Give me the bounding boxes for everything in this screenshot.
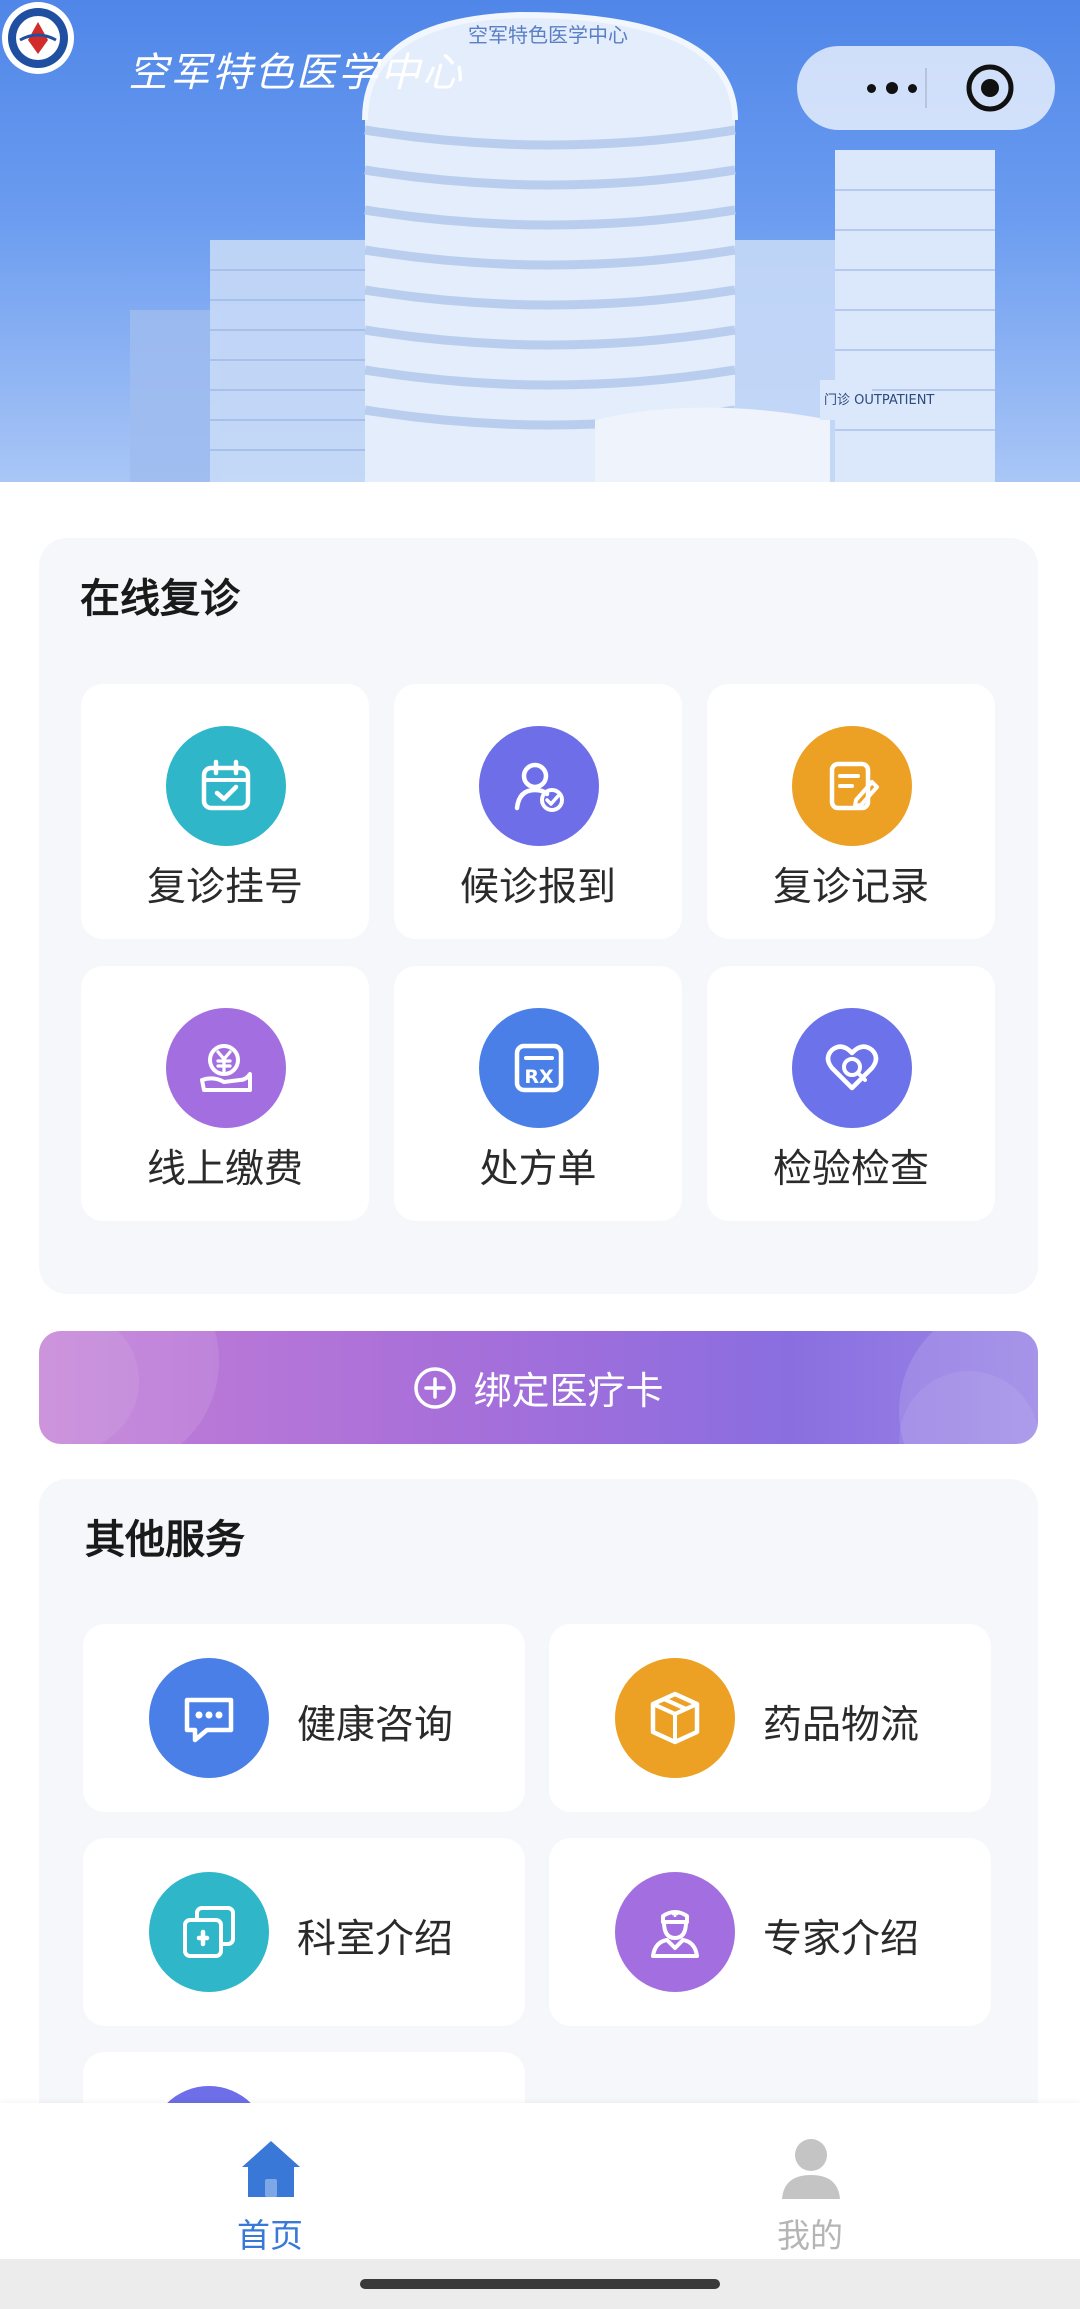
bottom-tab-bar: 首页 我的: [0, 2103, 1080, 2259]
tab-home-label: 首页: [237, 2216, 303, 2255]
prescription-tile[interactable]: RX 处方单: [394, 966, 682, 1221]
online-revisit-title: 在线复诊: [80, 576, 240, 622]
tab-home[interactable]: 首页: [120, 2103, 420, 2259]
bind-medical-card-label: 绑定医疗卡: [473, 1369, 664, 1413]
other-services-title: 其他服务: [85, 1517, 245, 1563]
expert-intro-tile[interactable]: 专家介绍: [549, 1838, 991, 2026]
health-consult-label: 健康咨询: [297, 1703, 454, 1748]
expert-intro-label: 专家介绍: [763, 1917, 920, 1962]
svg-text:RX: RX: [524, 1066, 554, 1088]
drug-logistics-label: 药品物流: [763, 1703, 920, 1748]
calendar-check-icon: [166, 726, 286, 846]
banner-sign-text: 空军特色医学中心: [468, 23, 628, 47]
lab-exam-label: 检验检查: [772, 1147, 929, 1192]
tab-mine-label: 我的: [777, 2216, 843, 2255]
more-dot-icon: [886, 82, 898, 94]
home-icon: [242, 2141, 300, 2197]
waiting-checkin-tile[interactable]: 候诊报到: [394, 684, 682, 939]
capsule-divider: [925, 68, 927, 108]
drug-logistics-tile[interactable]: 药品物流: [549, 1624, 991, 1812]
record-edit-icon: [792, 726, 912, 846]
bind-medical-card-button[interactable]: 绑定医疗卡: [39, 1331, 1038, 1444]
other-services-card: 其他服务 健康咨询 药品物流 科室介绍 专家介绍: [39, 1479, 1038, 2240]
user-check-icon: [479, 726, 599, 846]
lab-exam-tile[interactable]: 检验检查: [707, 966, 995, 1221]
department-intro-label: 科室介绍: [297, 1917, 454, 1962]
yuan-hand-icon: [166, 1008, 286, 1128]
revisit-records-label: 复诊记录: [772, 865, 929, 910]
revisit-records-tile[interactable]: 复诊记录: [707, 684, 995, 939]
department-intro-tile[interactable]: 科室介绍: [83, 1838, 525, 2026]
doctor-icon: [615, 1872, 735, 1992]
online-revisit-card: 在线复诊 复诊挂号 候诊报到 复诊记录 线上缴费 RX 处方单 检验检查: [39, 538, 1038, 1294]
entrance-sign-text: 门诊 OUTPATIENT: [824, 393, 934, 408]
health-consult-tile[interactable]: 健康咨询: [83, 1624, 525, 1812]
online-payment-label: 线上缴费: [146, 1147, 303, 1192]
package-box-icon: [615, 1658, 735, 1778]
add-circle-icon: [414, 1366, 457, 1409]
revisit-registration-label: 复诊挂号: [146, 865, 303, 910]
prescription-rx-icon: RX: [479, 1008, 599, 1128]
hospital-logo-emblem: [2, 2, 74, 74]
more-menu-button[interactable]: [827, 46, 957, 130]
more-dot-icon: [867, 83, 876, 93]
medical-cross-icon: [149, 1872, 269, 1992]
online-payment-tile[interactable]: 线上缴费: [81, 966, 369, 1221]
tab-mine[interactable]: 我的: [660, 2103, 960, 2259]
chat-bubble-icon: [149, 1658, 269, 1778]
home-indicator[interactable]: [360, 2279, 720, 2289]
hospital-banner: 空军特色医学中心 门诊 OUTPATIENT 空军特色医学中心: [0, 0, 1080, 482]
miniprogram-capsule: [797, 46, 1055, 130]
revisit-registration-tile[interactable]: 复诊挂号: [81, 684, 369, 939]
heart-search-icon: [792, 1008, 912, 1128]
hospital-logo-text: 空军特色医学中心: [128, 50, 464, 96]
prescription-label: 处方单: [479, 1147, 597, 1192]
user-icon: [782, 2139, 840, 2199]
more-dot-icon: [908, 83, 917, 93]
close-miniprogram-icon[interactable]: [965, 63, 1015, 113]
waiting-checkin-label: 候诊报到: [459, 865, 616, 910]
